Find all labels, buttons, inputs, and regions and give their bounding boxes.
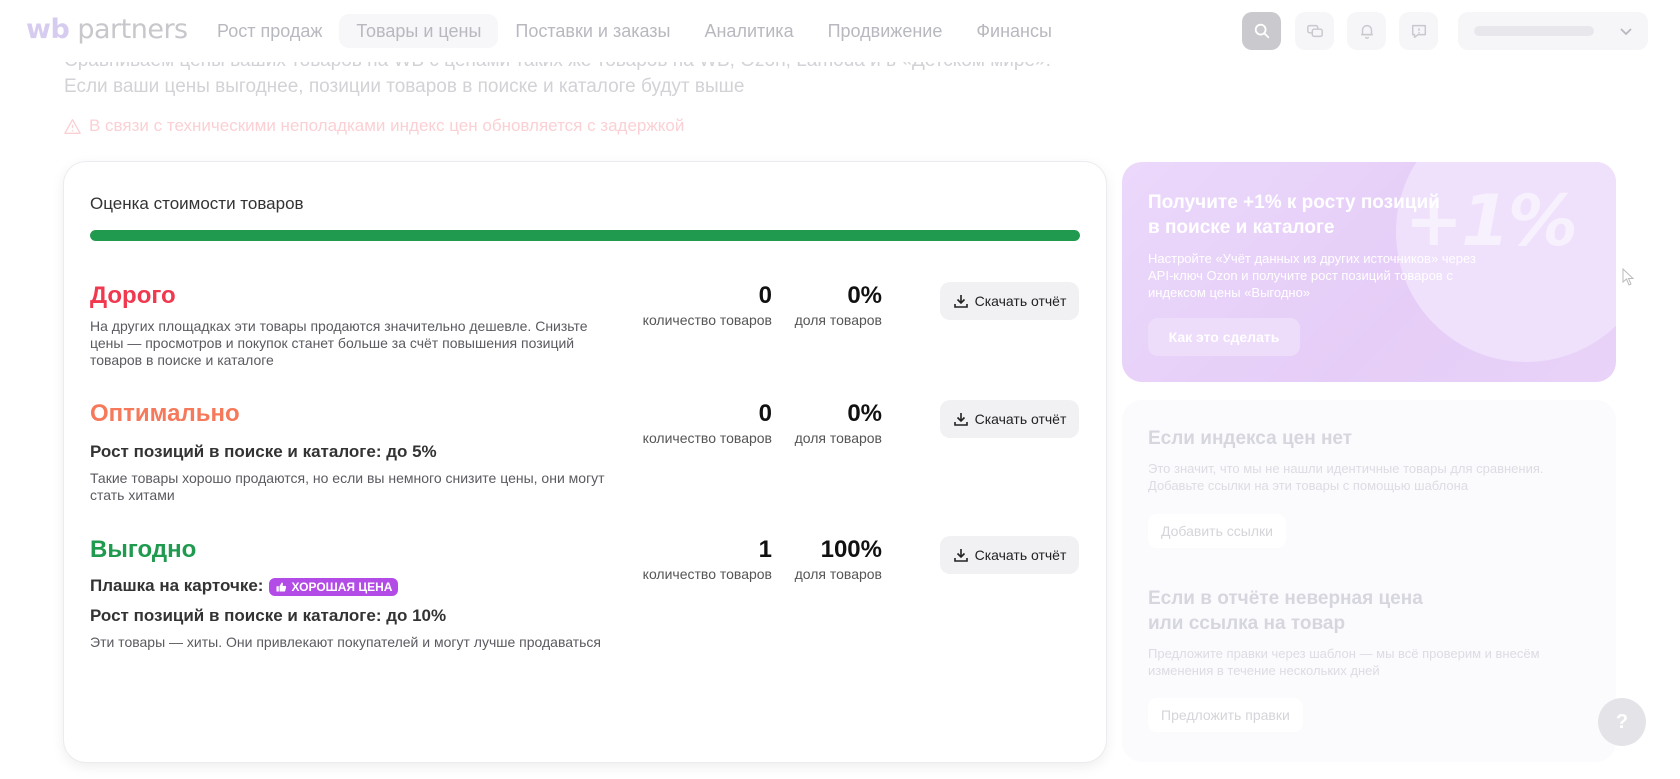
stat-count-optimal: 0 количество товаров: [634, 400, 772, 446]
stat-share-good: 100% доля товаров: [790, 536, 882, 582]
download-label: Скачать отчёт: [974, 547, 1067, 563]
promo-title: Получите +1% к росту позиций в поиске и …: [1148, 192, 1440, 238]
card-title: Оценка стоимости товаров: [90, 194, 304, 213]
help-info-card: Если индекса цен нет Это значит, что мы …: [1122, 400, 1616, 762]
info-text-no-index: Это значит, что мы не нашли идентичные т…: [1148, 461, 1544, 493]
count-caption: количество товаров: [642, 312, 772, 328]
share-value: 0%: [847, 400, 882, 427]
nav-item-promotion[interactable]: Продвижение: [811, 14, 960, 48]
warning-banner: В связи с техническими неполадками индек…: [64, 116, 684, 136]
count-value: 0: [758, 400, 772, 427]
logo-text: partners: [69, 14, 188, 45]
count-caption: количество товаров: [642, 430, 772, 446]
main-nav: Рост продаж Товары и цены Поставки и зак…: [200, 14, 1069, 48]
nav-item-sales-growth[interactable]: Рост продаж: [200, 14, 339, 48]
progress-fill: [90, 230, 1080, 241]
top-header: wb partners Рост продаж Товары и цены По…: [0, 0, 1680, 62]
nav-item-analytics[interactable]: Аналитика: [687, 14, 810, 48]
download-icon: [953, 413, 968, 426]
account-name-blurred: [1474, 26, 1594, 36]
progress-bar: [90, 230, 1080, 241]
share-caption: доля товаров: [794, 312, 882, 328]
share-caption: доля товаров: [794, 430, 882, 446]
stat-count-good: 1 количество товаров: [634, 536, 772, 582]
info-title-wrong-price: Если в отчёте неверная цена или ссылка н…: [1148, 588, 1423, 634]
logo[interactable]: wb partners: [26, 14, 188, 45]
share-value: 100%: [820, 536, 882, 563]
section-good: Выгодно Плашка на карточке: ХОРОШАЯ ЦЕНА …: [90, 536, 1080, 651]
section-desc-optimal: Такие товары хорошо продаются, но если в…: [90, 470, 605, 503]
section-desc-expensive: На других площадках эти товары продаются…: [90, 318, 588, 368]
section-title-expensive: Дорого: [90, 282, 176, 309]
download-label: Скачать отчёт: [974, 293, 1067, 309]
notifications-button[interactable]: [1347, 12, 1386, 50]
chevron-down-icon: [1620, 28, 1632, 36]
download-label: Скачать отчёт: [974, 411, 1067, 427]
section-expensive: Дорого На других площадках эти товары пр…: [90, 282, 1080, 369]
share-value: 0%: [847, 282, 882, 309]
info-title-no-index: Если индекса цен нет: [1148, 428, 1353, 449]
good-price-badge: ХОРОШАЯ ЦЕНА: [269, 577, 399, 596]
count-value: 0: [758, 282, 772, 309]
thumbs-up-icon: [276, 582, 287, 592]
section-optimal: Оптимально Рост позиций в поиске и катал…: [90, 400, 1080, 504]
intro-line-1: Сравниваем цены ваших товаров на WB с це…: [64, 62, 1051, 72]
count-value: 1: [758, 536, 772, 563]
download-report-button-good[interactable]: Скачать отчёт: [940, 536, 1079, 574]
section-badge-row: Плашка на карточке: ХОРОШАЯ ЦЕНА: [90, 576, 1080, 596]
price-evaluation-card: Оценка стоимости товаров Дорого На други…: [64, 162, 1106, 762]
nav-item-goods-prices[interactable]: Товары и цены: [339, 14, 499, 48]
suggest-edits-button[interactable]: Предложить правки: [1148, 698, 1303, 732]
promo-text: Настройте «Учёт данных из других источни…: [1148, 251, 1476, 300]
chats-button[interactable]: [1295, 12, 1334, 50]
mouse-cursor-icon: [1622, 268, 1635, 286]
section-title-good: Выгодно: [90, 536, 197, 563]
stat-share-expensive: 0% доля товаров: [790, 282, 882, 328]
search-button[interactable]: [1242, 12, 1281, 50]
stat-share-optimal: 0% доля товаров: [790, 400, 882, 446]
help-button[interactable]: ?: [1598, 698, 1646, 746]
section-title-optimal: Оптимально: [90, 400, 240, 427]
download-icon: [953, 295, 968, 308]
nav-item-finance[interactable]: Финансы: [959, 14, 1069, 48]
section-growth-optimal: Рост позиций в поиске и каталоге: до 5%: [90, 442, 437, 461]
share-caption: доля товаров: [794, 566, 882, 582]
count-caption: количество товаров: [642, 566, 772, 582]
how-to-button[interactable]: Как это сделать: [1148, 318, 1300, 356]
logo-wb: wb: [26, 14, 70, 45]
download-report-button-optimal[interactable]: Скачать отчёт: [940, 400, 1079, 438]
account-selector[interactable]: [1458, 12, 1648, 50]
nav-item-supplies-orders[interactable]: Поставки и заказы: [498, 14, 687, 48]
stat-count-expensive: 0 количество товаров: [634, 282, 772, 328]
section-desc-good: Эти товары — хиты. Они привлекают покупа…: [90, 634, 601, 650]
feedback-button[interactable]: [1399, 12, 1438, 50]
warning-icon: [64, 118, 81, 134]
section-growth-good: Рост позиций в поиске и каталоге: до 10%: [90, 606, 447, 625]
bell-icon: [1360, 24, 1373, 39]
info-text-wrong-price: Предложите правки через шаблон — мы всё …: [1148, 646, 1540, 678]
download-report-button-expensive[interactable]: Скачать отчёт: [940, 282, 1079, 320]
page-intro: Сравниваем цены ваших товаров на WB с це…: [64, 62, 1164, 104]
download-icon: [953, 549, 968, 562]
badge-text: ХОРОШАЯ ЦЕНА: [291, 579, 393, 594]
add-links-button[interactable]: Добавить ссылки: [1148, 514, 1286, 548]
message-alert-icon: [1411, 24, 1426, 39]
badge-label: Плашка на карточке:: [90, 576, 264, 595]
search-icon: [1254, 23, 1269, 39]
warning-text: В связи с техническими неполадками индек…: [89, 116, 685, 135]
intro-line-2: Если ваши цены выгоднее, позиции товаров…: [64, 76, 745, 97]
promo-banner: +1% Получите +1% к росту позиций в поиск…: [1122, 162, 1616, 382]
chat-icon: [1306, 24, 1323, 38]
